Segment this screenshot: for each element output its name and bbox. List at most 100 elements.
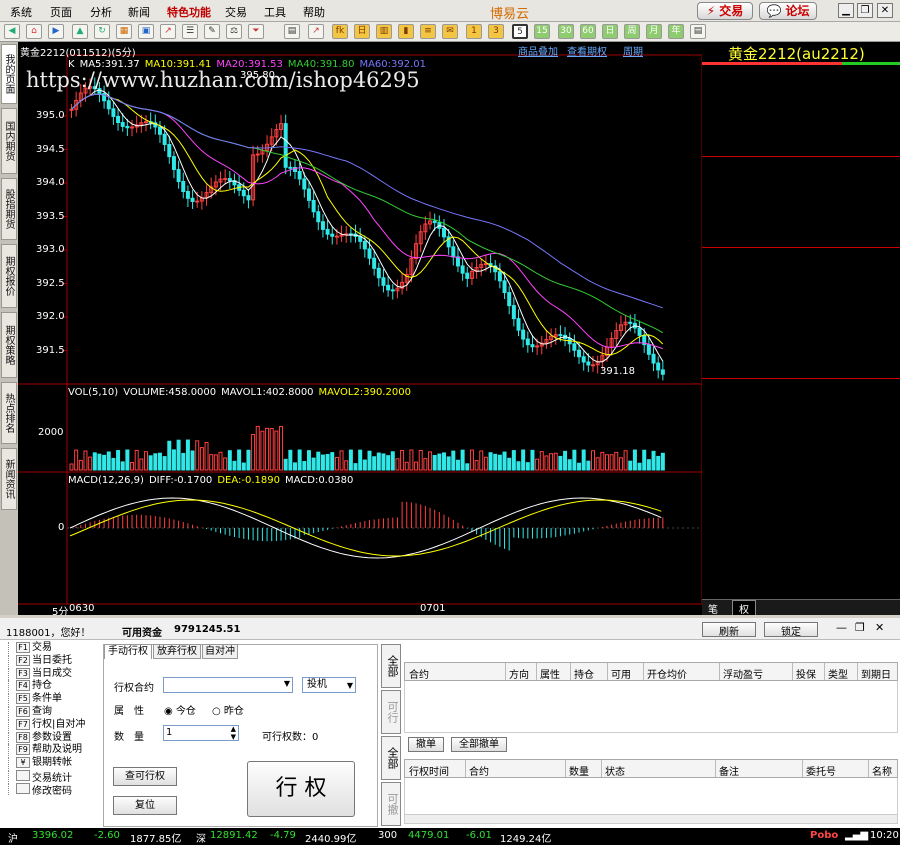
column-header[interactable]: 状态	[605, 763, 625, 778]
side-tab-hot-rank[interactable]: 热点排名	[1, 382, 17, 444]
list-icon[interactable]: ☰	[182, 24, 198, 39]
yesterday-radio[interactable]: ○ 昨仓	[212, 702, 244, 717]
trade-menu-item[interactable]: 交易统计	[8, 769, 100, 784]
trade-menu-item[interactable]: 修改密码	[8, 782, 100, 797]
contract-select[interactable]: ▼	[163, 677, 293, 693]
tick-tab[interactable]: 笔	[708, 601, 718, 615]
menu-page[interactable]: 页面	[50, 4, 72, 20]
option-tab[interactable]: 权	[732, 600, 756, 615]
chat-icon[interactable]: ✉	[442, 24, 458, 39]
side-tab-my-page[interactable]: 我的页面	[1, 44, 17, 104]
column-header[interactable]: 类型	[828, 666, 848, 681]
column-header[interactable]: 行权时间	[409, 763, 449, 778]
forward-icon[interactable]: ▶	[48, 24, 64, 39]
reset-button[interactable]: 复位	[113, 796, 177, 815]
refresh-icon[interactable]: ↻	[94, 24, 110, 39]
qty-stepper[interactable]: 1 ▲ ▼	[163, 725, 239, 741]
up-icon[interactable]: ▲	[72, 24, 88, 39]
trade-menu-item[interactable]: F8 参数设置	[8, 731, 100, 745]
column-header[interactable]: 方向	[509, 666, 529, 681]
tab-give-up-exercise[interactable]: 放弃行权	[153, 644, 201, 659]
trade-menu-item[interactable]: F5 条件单	[8, 693, 100, 706]
restore-panel-icon[interactable]: ❐	[855, 621, 865, 634]
grid-icon[interactable]: ▦	[116, 24, 132, 39]
trade-menu-item[interactable]: F7 行权|自对冲	[8, 718, 100, 732]
menu-trade[interactable]: 交易	[225, 4, 247, 20]
close-icon[interactable]: ✕	[877, 3, 893, 18]
today-radio[interactable]: ◉ 今仓	[164, 702, 196, 717]
kline-chart[interactable]: 黄金2212(011512)(5分) 商品叠加 查看期权 周期 K MA5:391…	[18, 42, 702, 615]
menu-news[interactable]: 新闻	[128, 4, 150, 20]
minimize-icon[interactable]: ▁	[838, 3, 854, 18]
trade-menu-item[interactable]: ¥ 银期转帐	[8, 757, 100, 770]
period-15[interactable]: 15	[534, 24, 550, 39]
column-header[interactable]: 名称	[872, 763, 892, 778]
period-day[interactable]: 日	[602, 24, 618, 39]
tab-manual-exercise[interactable]: 手动行权	[104, 644, 152, 659]
trade-menu-item[interactable]: F2 当日委托	[8, 654, 100, 668]
tool-icon[interactable]: ✎	[204, 24, 220, 39]
window-icon[interactable]: ▣	[138, 24, 154, 39]
tab-self-hedge[interactable]: 自对冲	[202, 644, 238, 659]
column-header[interactable]: 备注	[719, 763, 739, 778]
trade-menu-item[interactable]: F6 查询	[8, 705, 100, 719]
period-month[interactable]: 月	[646, 24, 662, 39]
calendar-icon[interactable]: ▥	[376, 24, 392, 39]
minimize-panel-icon[interactable]: —	[836, 621, 847, 634]
column-header[interactable]: 合约	[409, 666, 429, 681]
cancel-all-button[interactable]: 全部撤单	[451, 737, 507, 752]
trade-button[interactable]: ⚡ 交易	[697, 2, 753, 20]
menu-tools[interactable]: 工具	[264, 4, 286, 20]
column-header[interactable]: 数量	[569, 763, 589, 778]
period-5[interactable]: 5	[512, 24, 528, 39]
exercisable-button[interactable]: 可行	[381, 690, 401, 734]
column-header[interactable]: 投保	[796, 666, 816, 681]
menu-system[interactable]: 系统	[10, 4, 32, 20]
all-positions-button[interactable]: 全部	[381, 644, 401, 688]
view-options-link[interactable]: 查看期权	[567, 43, 607, 58]
period-1[interactable]: 1	[466, 24, 482, 39]
period-link[interactable]: 周期	[623, 43, 643, 58]
trade-menu-item[interactable]: F3 当日成交	[8, 667, 100, 681]
trade-menu-item[interactable]: F4 持仓	[8, 680, 100, 693]
side-tab-option-strategy[interactable]: 期权策略	[1, 312, 17, 378]
horizontal-scrollbar[interactable]	[404, 814, 898, 824]
column-header[interactable]: 持仓	[574, 666, 594, 681]
cancelable-button[interactable]: 可撤	[381, 782, 401, 826]
side-tab-domestic-futures[interactable]: 国内期货	[1, 108, 17, 174]
exercise-button[interactable]: 行 权	[247, 761, 355, 817]
filter-icon[interactable]: ⏷	[248, 24, 264, 39]
hedge-type-select[interactable]: 投机 ▼	[302, 677, 356, 693]
table-icon[interactable]: ▤	[284, 24, 300, 39]
period-year[interactable]: 年	[668, 24, 684, 39]
all-orders-button[interactable]: 全部	[381, 736, 401, 780]
period-60[interactable]: 60	[580, 24, 596, 39]
query-exercisable-button[interactable]: 查可行权	[113, 767, 177, 786]
bar-icon[interactable]: ▮	[398, 24, 414, 39]
tick-icon[interactable]: fk	[332, 24, 348, 39]
side-tab-option-quotes[interactable]: 期权报价	[1, 244, 17, 308]
refresh-button[interactable]: 刷新	[702, 622, 756, 638]
column-header[interactable]: 可用	[611, 666, 631, 681]
menu-features[interactable]: 特色功能	[167, 4, 211, 20]
column-header[interactable]: 开仓均价	[647, 666, 687, 681]
column-header[interactable]: 属性	[540, 666, 560, 681]
restore-icon[interactable]: ❐	[857, 3, 873, 18]
chart-icon[interactable]: ↗	[160, 24, 176, 39]
close-panel-icon[interactable]: ✕	[875, 621, 884, 634]
side-tab-news[interactable]: 新闻资讯	[1, 448, 17, 510]
trade-menu-item[interactable]: F9 帮助及说明	[8, 744, 100, 757]
lock-button[interactable]: 锁定	[764, 622, 818, 638]
book-icon[interactable]: ≡	[420, 24, 436, 39]
home-icon[interactable]: ⌂	[26, 24, 42, 39]
column-header[interactable]: 合约	[469, 763, 489, 778]
column-header[interactable]: 委托号	[806, 763, 836, 778]
side-tab-index-futures[interactable]: 股指期货	[1, 178, 17, 240]
period-week[interactable]: 周	[624, 24, 640, 39]
overlay-link[interactable]: 商品叠加	[518, 43, 558, 58]
menu-analysis[interactable]: 分析	[90, 4, 112, 20]
period-30[interactable]: 30	[558, 24, 574, 39]
column-header[interactable]: 浮动盈亏	[723, 666, 763, 681]
cancel-order-button[interactable]: 撤单	[408, 737, 444, 752]
trade-menu-item[interactable]: F1 交易	[8, 642, 100, 655]
